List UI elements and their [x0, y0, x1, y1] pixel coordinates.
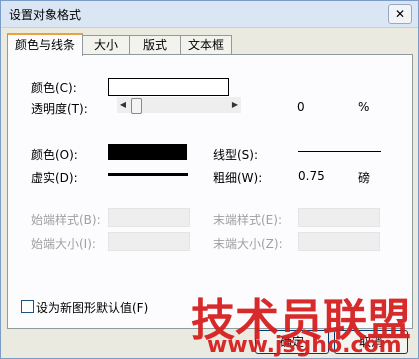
line-style-label: 线型(S):: [213, 148, 259, 162]
dialog-title: 设置对象格式: [9, 8, 82, 22]
begin-size-label: 始端大小(I):: [31, 237, 96, 251]
slider-right-arrow-icon[interactable]: ▶: [229, 97, 241, 113]
dash-label: 虚实(D):: [31, 171, 78, 185]
line-color-picker[interactable]: [108, 144, 187, 160]
weight-label: 粗细(W):: [213, 171, 263, 185]
transparency-value: 0: [297, 100, 305, 114]
fill-color-picker[interactable]: [108, 78, 229, 96]
set-default-label[interactable]: 设为新图形默认值(F): [36, 299, 148, 316]
transparency-unit: %: [358, 100, 370, 114]
watermark-url: www.jsgho.com: [207, 333, 402, 358]
slider-thumb[interactable]: [131, 98, 142, 114]
begin-style-label: 始端样式(B):: [31, 213, 101, 227]
close-button[interactable]: ✕: [388, 4, 412, 24]
end-size-picker: [298, 232, 380, 251]
set-default-checkbox[interactable]: [21, 300, 34, 313]
dash-picker[interactable]: [108, 173, 188, 176]
title-bar: 设置对象格式 ✕: [1, 1, 418, 28]
transparency-label: 透明度(T):: [31, 102, 88, 116]
tab-colors-and-lines[interactable]: 颜色与线条: [7, 33, 83, 56]
end-size-label: 末端大小(Z):: [213, 237, 283, 251]
line-style-picker[interactable]: [298, 151, 381, 152]
end-style-picker: [298, 208, 380, 227]
tab-layout[interactable]: 版式: [129, 35, 181, 54]
end-style-label: 末端样式(E):: [213, 213, 282, 227]
slider-left-arrow-icon[interactable]: ◀: [117, 97, 129, 113]
fill-color-label: 颜色(C):: [31, 81, 77, 95]
begin-style-picker: [108, 208, 190, 227]
begin-size-picker: [108, 232, 190, 251]
tab-strip: 颜色与线条 大小 版式 文本框: [7, 33, 412, 56]
line-color-label: 颜色(O):: [31, 148, 78, 162]
weight-value[interactable]: 0.75: [298, 169, 325, 183]
tab-text-box[interactable]: 文本框: [180, 35, 232, 54]
tab-size[interactable]: 大小: [82, 35, 130, 54]
transparency-slider[interactable]: ◀ ▶: [117, 97, 241, 114]
weight-unit: 磅: [358, 171, 371, 185]
format-object-dialog: 设置对象格式 ✕ 颜色与线条 大小 版式 文本框 颜色(C): 透明度(T): …: [0, 0, 419, 359]
